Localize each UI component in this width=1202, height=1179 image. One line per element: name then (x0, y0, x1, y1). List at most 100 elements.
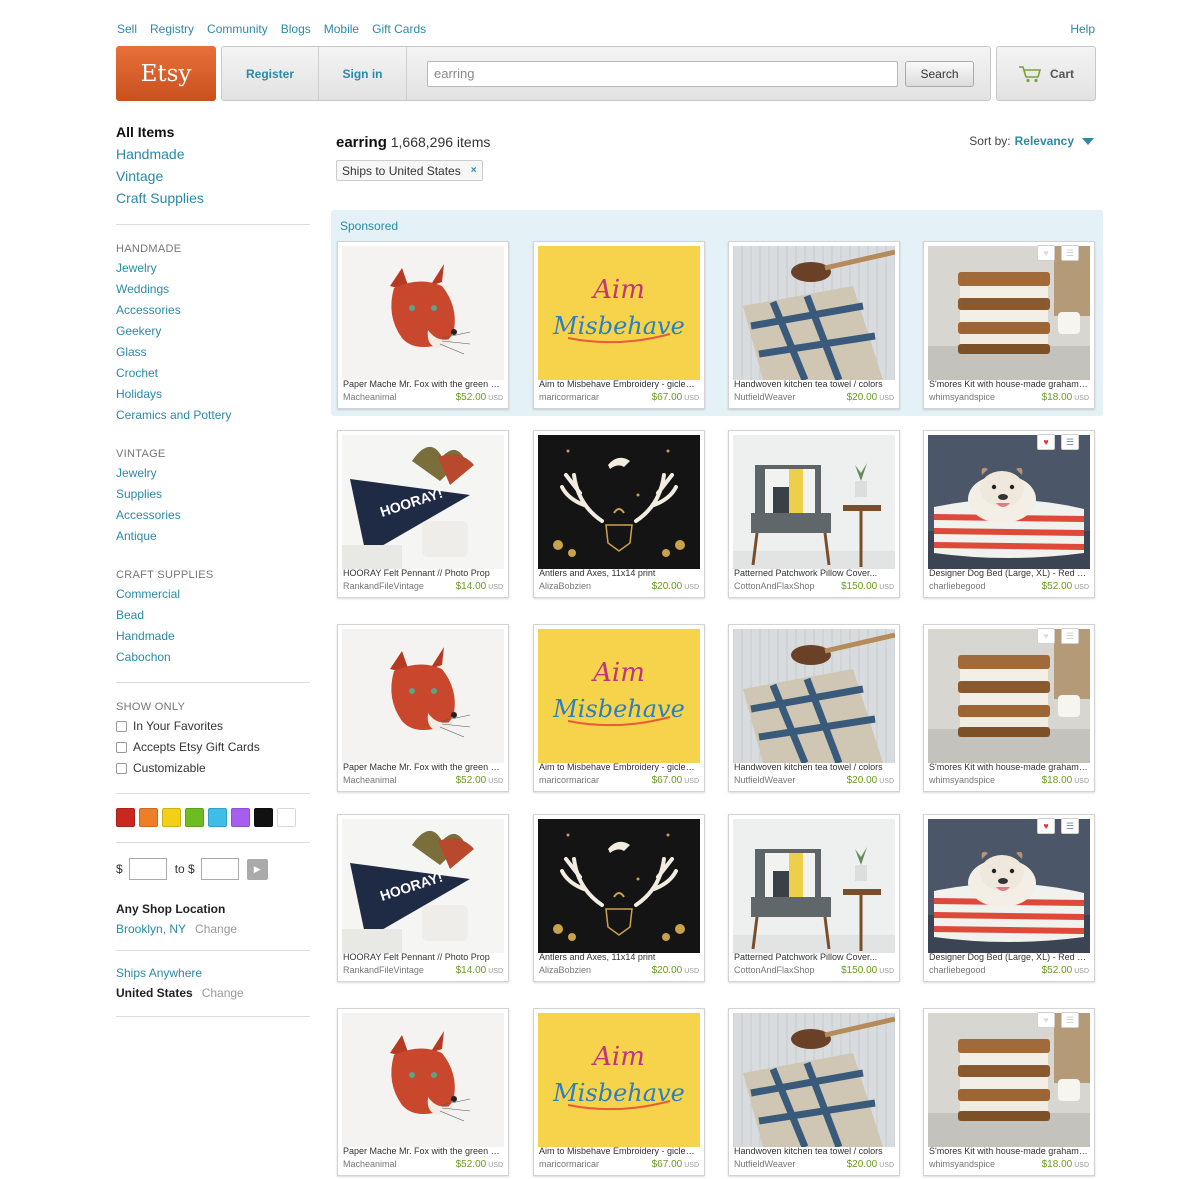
product-shop[interactable]: maricormaricar (539, 775, 599, 786)
product-image[interactable] (342, 246, 504, 380)
product-shop[interactable]: maricormaricar (539, 1159, 599, 1170)
product-shop[interactable]: AlizaBobzien (539, 581, 591, 592)
product-title[interactable]: HOORAY Felt Pennant // Photo Prop (343, 952, 503, 963)
product-shop[interactable]: whimsyandspice (929, 775, 995, 786)
filter-customizable[interactable]: Customizable (116, 758, 310, 779)
heart-icon[interactable]: ♥ (1037, 245, 1055, 261)
product-title[interactable]: HOORAY Felt Pennant // Photo Prop (343, 568, 503, 579)
product-image[interactable] (733, 246, 895, 380)
product-card[interactable]: Patterned Patchwork Pillow Cover... Cotto… (728, 430, 900, 598)
product-title[interactable]: Designer Dog Bed (Large, XL) - Red strip… (929, 952, 1089, 963)
product-card[interactable]: Aim Misbehave Aim to Misbehave Embroidery … (533, 1008, 705, 1176)
product-card[interactable]: ♥ ☰ Designer Dog Bed (Large, XL) - Red str… (923, 430, 1095, 598)
sidebar-item-holidays[interactable]: Holidays (116, 384, 310, 405)
product-image[interactable]: HOORAY! (342, 819, 504, 953)
product-shop[interactable]: whimsyandspice (929, 1159, 995, 1170)
color-swatch-4[interactable] (208, 808, 227, 827)
color-swatch-3[interactable] (185, 808, 204, 827)
product-shop[interactable]: NutfieldWeaver (734, 1159, 795, 1170)
heart-icon[interactable]: ♥ (1037, 628, 1055, 644)
category-vintage[interactable]: Vintage (116, 165, 310, 187)
nav-community[interactable]: Community (207, 22, 268, 36)
product-title[interactable]: Handwoven kitchen tea towel / colors (734, 379, 894, 390)
add-to-list-icon[interactable]: ☰ (1061, 1012, 1079, 1028)
nav-sell[interactable]: Sell (117, 22, 137, 36)
color-swatch-6[interactable] (254, 808, 273, 827)
sidebar-item-crochet[interactable]: Crochet (116, 363, 310, 384)
product-shop[interactable]: RankandFileVintage (343, 581, 424, 592)
product-title[interactable]: Aim to Misbehave Embroidery - giclee pri… (539, 1146, 699, 1157)
color-swatch-0[interactable] (116, 808, 135, 827)
chevron-down-icon[interactable] (1082, 137, 1094, 145)
product-image[interactable]: HOORAY! (342, 435, 504, 569)
product-card[interactable]: Aim Misbehave Aim to Misbehave Embroidery … (533, 241, 705, 409)
product-shop[interactable]: RankandFileVintage (343, 965, 424, 976)
product-image[interactable] (928, 629, 1090, 763)
sort-value[interactable]: Relevancy (1015, 134, 1074, 148)
product-image[interactable]: Aim Misbehave (538, 246, 700, 380)
product-title[interactable]: Antlers and Axes, 11x14 print (539, 568, 699, 579)
product-title[interactable]: Antlers and Axes, 11x14 print (539, 952, 699, 963)
product-shop[interactable]: maricormaricar (539, 392, 599, 403)
product-card[interactable]: Aim Misbehave Aim to Misbehave Embroidery … (533, 624, 705, 792)
sidebar-item-weddings[interactable]: Weddings (116, 279, 310, 300)
nav-gift-cards[interactable]: Gift Cards (372, 22, 426, 36)
color-swatch-1[interactable] (139, 808, 158, 827)
product-shop[interactable]: charliebegood (929, 581, 986, 592)
product-shop[interactable]: NutfieldWeaver (734, 775, 795, 786)
search-input[interactable] (427, 60, 898, 87)
product-card[interactable]: HOORAY! HOORAY Felt Pennant // Photo Prop… (337, 814, 509, 982)
price-min-input[interactable] (128, 858, 167, 880)
add-to-list-icon[interactable]: ☰ (1061, 818, 1079, 834)
nav-mobile[interactable]: Mobile (324, 22, 359, 36)
etsy-logo[interactable]: Etsy (116, 46, 216, 101)
product-shop[interactable]: AlizaBobzien (539, 965, 591, 976)
filter-gift-cards[interactable]: Accepts Etsy Gift Cards (116, 737, 310, 758)
product-title[interactable]: Paper Mache Mr. Fox with the green eyes (343, 762, 503, 773)
product-shop[interactable]: charliebegood (929, 965, 986, 976)
product-image[interactable] (342, 629, 504, 763)
price-max-input[interactable] (200, 858, 239, 880)
product-card[interactable]: HOORAY! HOORAY Felt Pennant // Photo Prop… (337, 430, 509, 598)
checkbox[interactable] (116, 763, 127, 774)
product-image[interactable] (733, 819, 895, 953)
product-card[interactable]: Antlers and Axes, 11x14 print AlizaBobzie… (533, 430, 705, 598)
product-title[interactable]: Patterned Patchwork Pillow Cover... (734, 568, 894, 579)
sidebar-item-vintage-jewelry[interactable]: Jewelry (116, 463, 310, 484)
product-title[interactable]: Handwoven kitchen tea towel / colors (734, 1146, 894, 1157)
category-handmade[interactable]: Handmade (116, 143, 310, 165)
register-button[interactable]: Register (222, 47, 319, 100)
sidebar-item-supplies[interactable]: Supplies (116, 484, 310, 505)
product-image[interactable] (928, 1013, 1090, 1147)
sidebar-item-commercial[interactable]: Commercial (116, 584, 310, 605)
ships-anywhere[interactable]: Ships Anywhere (116, 966, 310, 980)
product-card[interactable]: Paper Mache Mr. Fox with the green eyes M… (337, 624, 509, 792)
help-link[interactable]: Help (1070, 22, 1095, 36)
product-card[interactable]: Handwoven kitchen tea towel / colors Nutf… (728, 1008, 900, 1176)
product-card[interactable]: ♥ ☰ S'mores Kit with house-made graham cra… (923, 241, 1095, 409)
cart-button[interactable]: Cart (996, 46, 1096, 101)
category-all-items[interactable]: All Items (116, 121, 310, 143)
checkbox[interactable] (116, 721, 127, 732)
product-title[interactable]: Paper Mache Mr. Fox with the green eyes (343, 1146, 503, 1157)
close-icon[interactable]: × (471, 165, 477, 176)
sidebar-item-antique[interactable]: Antique (116, 526, 310, 547)
search-button[interactable]: Search (905, 60, 974, 87)
product-shop[interactable]: Macheanimal (343, 392, 397, 403)
sidebar-item-vintage-accessories[interactable]: Accessories (116, 505, 310, 526)
color-swatch-2[interactable] (162, 808, 181, 827)
product-card[interactable]: ♥ ☰ Designer Dog Bed (Large, XL) - Red str… (923, 814, 1095, 982)
add-to-list-icon[interactable]: ☰ (1061, 434, 1079, 450)
product-title[interactable]: S'mores Kit with house-made graham crack… (929, 379, 1089, 390)
nav-blogs[interactable]: Blogs (281, 22, 311, 36)
sidebar-item-bead[interactable]: Bead (116, 605, 310, 626)
product-title[interactable]: Aim to Misbehave Embroidery - giclee pri… (539, 379, 699, 390)
product-title[interactable]: Handwoven kitchen tea towel / colors (734, 762, 894, 773)
location-value[interactable]: Brooklyn, NY (116, 922, 186, 936)
signin-button[interactable]: Sign in (319, 47, 407, 100)
sidebar-item-jewelry[interactable]: Jewelry (116, 258, 310, 279)
product-card[interactable]: Patterned Patchwork Pillow Cover... Cotto… (728, 814, 900, 982)
category-craft-supplies[interactable]: Craft Supplies (116, 187, 310, 209)
product-shop[interactable]: Macheanimal (343, 775, 397, 786)
product-title[interactable]: S'mores Kit with house-made graham crack… (929, 1146, 1089, 1157)
